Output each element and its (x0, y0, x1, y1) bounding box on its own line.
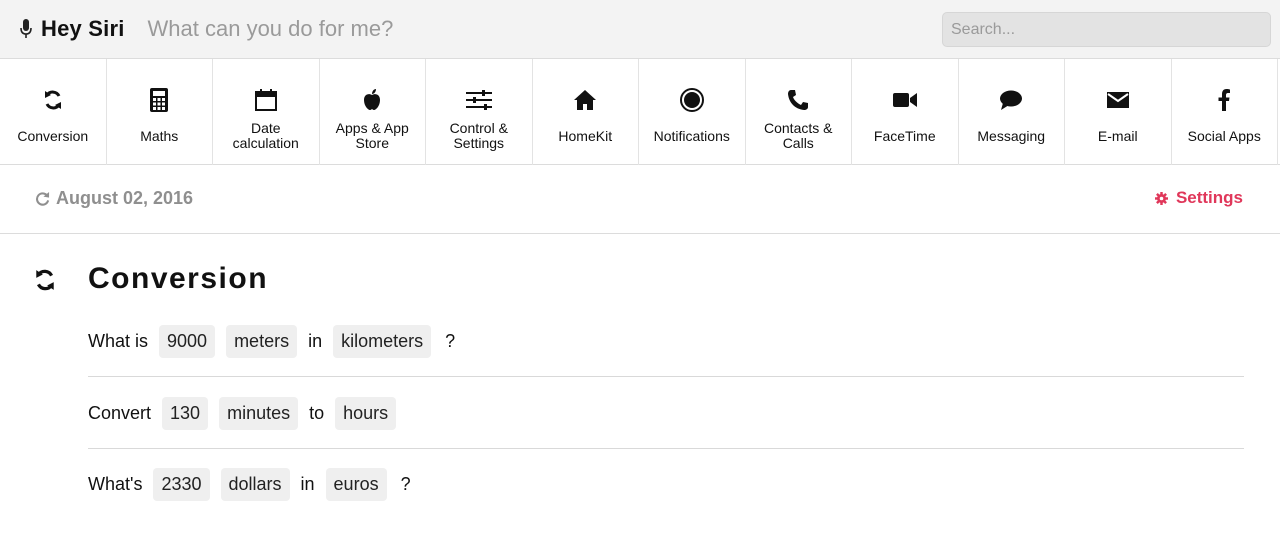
brand[interactable]: Hey Siri (20, 16, 125, 42)
example-text: What's (88, 474, 143, 494)
chat-bubble-icon (1000, 90, 1023, 110)
calendar-icon (254, 89, 277, 111)
top-header: Hey Siri What can you do for me? (0, 0, 1280, 59)
section-title: Conversion (88, 262, 269, 295)
search-input[interactable] (942, 12, 1271, 47)
date-row: August 02, 2016 Settings (0, 165, 1280, 234)
brand-title: Hey Siri (41, 16, 125, 41)
category-label: FaceTime (873, 127, 936, 144)
refresh-icon (36, 269, 54, 291)
value-chip[interactable]: 2330 (153, 468, 210, 501)
category-maths[interactable]: Maths (107, 59, 213, 165)
apple-icon (364, 89, 381, 110)
category-label: Date calculation (232, 120, 299, 151)
category-contacts-calls[interactable]: Contacts & Calls (746, 59, 852, 165)
example-text: to (309, 402, 325, 423)
tagline: What can you do for me? (147, 16, 394, 41)
unit-chip[interactable]: minutes (219, 396, 299, 430)
unit-chip[interactable]: kilometers (333, 324, 432, 358)
example-text: in (308, 330, 323, 351)
category-conversion[interactable]: Conversion (0, 59, 107, 165)
example-text: Convert (88, 402, 152, 423)
unit-chip[interactable]: hours (335, 396, 397, 430)
facebook-icon (1218, 89, 1231, 111)
settings-label: Settings (1175, 188, 1243, 207)
value-chip[interactable]: 130 (162, 396, 209, 430)
unit-chip[interactable]: euros (325, 468, 387, 501)
sliders-icon (465, 90, 492, 110)
microphone-icon (20, 19, 32, 38)
category-label: Apps & App Store (335, 120, 409, 151)
gear-icon (1154, 191, 1168, 205)
category-label: Control & Settings (449, 120, 508, 151)
last-updated: August 02, 2016 (35, 188, 193, 209)
unit-chip[interactable]: dollars (220, 468, 290, 501)
example-text: in (300, 474, 315, 494)
example-row: What's 2330 dollars in euros ? (88, 449, 1244, 520)
category-label: Notifications (653, 127, 730, 144)
category-email[interactable]: E-mail (1065, 59, 1172, 165)
category-messaging[interactable]: Messaging (959, 59, 1065, 165)
example-text: What is (88, 330, 149, 351)
date-text: August 02, 2016 (56, 188, 194, 208)
example-row: Convert 130 minutes to hours (88, 378, 1244, 449)
category-label: Contacts & Calls (764, 120, 833, 151)
category-label: Social Apps (1187, 127, 1261, 144)
category-homekit[interactable]: HomeKit (533, 59, 639, 165)
home-icon (574, 90, 597, 110)
category-label: HomeKit (558, 127, 613, 144)
category-label: Conversion (17, 127, 89, 144)
category-label: Maths (140, 127, 179, 144)
refresh-icon (36, 191, 50, 206)
settings-link[interactable]: Settings (1154, 188, 1243, 208)
dot-circle-icon (679, 88, 704, 112)
category-label: Messaging (977, 127, 1046, 144)
category-control-settings[interactable]: Control & Settings (426, 59, 533, 165)
category-apps-app-store[interactable]: Apps & App Store (320, 59, 426, 165)
example-row: What is 9000 meters in kilometers ? (88, 306, 1244, 377)
example-text: ? (445, 330, 456, 351)
category-notifications[interactable]: Notifications (639, 59, 746, 165)
envelope-icon (1106, 92, 1129, 108)
category-social-apps[interactable]: Social Apps (1172, 59, 1278, 165)
category-bar: Conversion Maths Date calculation Apps &… (0, 59, 1280, 165)
category-facetime[interactable]: FaceTime (852, 59, 959, 165)
category-date-calculation[interactable]: Date calculation (213, 59, 320, 165)
example-text: ? (400, 474, 411, 494)
unit-chip[interactable]: meters (226, 324, 298, 358)
calculator-icon (150, 88, 169, 112)
video-camera-icon (892, 93, 917, 107)
category-label: E-mail (1097, 127, 1138, 144)
refresh-icon (44, 90, 61, 110)
value-chip[interactable]: 9000 (159, 324, 216, 358)
phone-icon (788, 90, 809, 110)
